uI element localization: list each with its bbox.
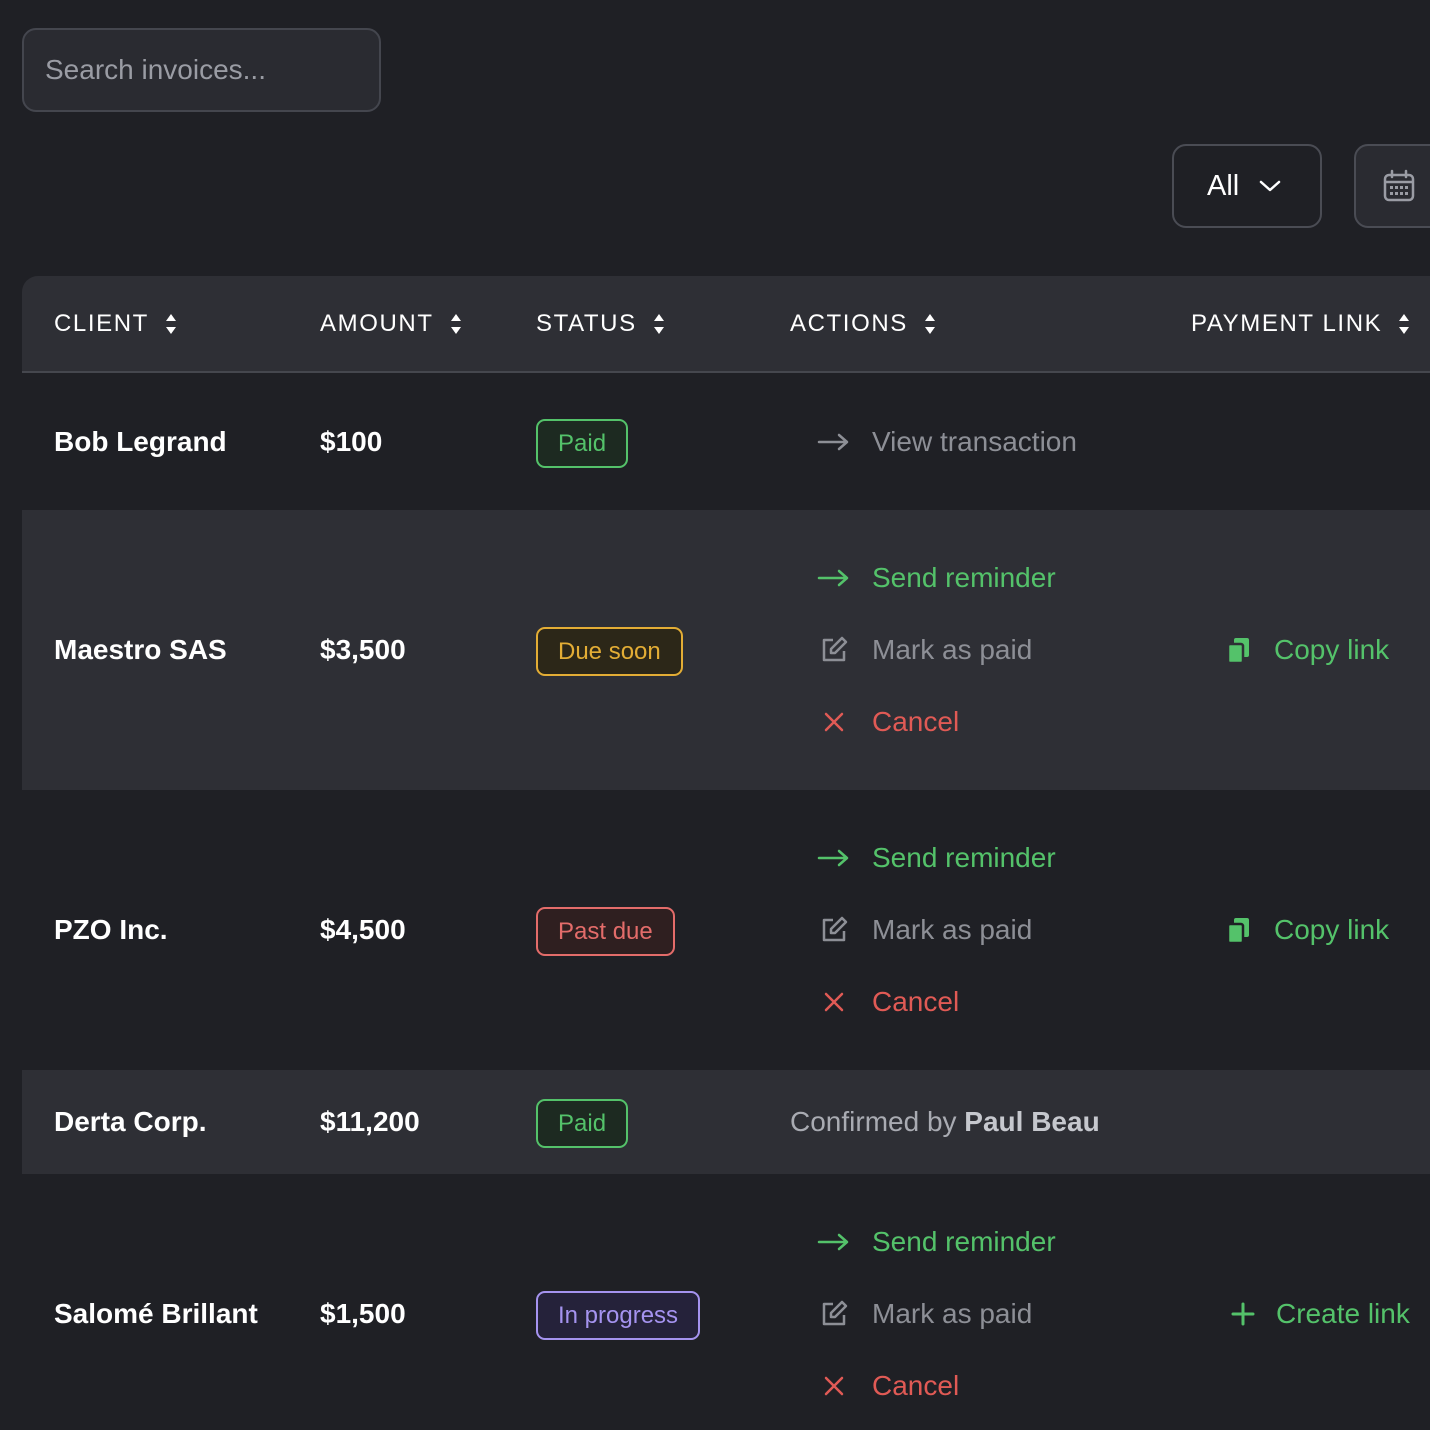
mark-as-paid-button[interactable]: Mark as paid: [816, 1294, 1032, 1334]
copy-icon: [1226, 638, 1249, 665]
arrow-right-icon: [817, 569, 849, 587]
close-icon: [824, 992, 844, 1012]
arrow-right-icon: [817, 433, 849, 451]
confirmation-prefix: Confirmed by: [790, 1106, 957, 1137]
column-label: PAYMENT LINK: [1191, 309, 1383, 337]
confirmation-text: Confirmed by Paul Beau: [790, 1103, 1100, 1141]
link-label: Create link: [1276, 1298, 1410, 1329]
edit-icon: [822, 916, 848, 942]
cancel-button[interactable]: Cancel: [816, 702, 959, 742]
column-header-payment-link[interactable]: PAYMENT LINK: [1191, 276, 1410, 371]
sort-icon: [1399, 313, 1410, 334]
table-row: PZO Inc. $4,500 Past due Send reminder M…: [22, 790, 1430, 1070]
action-label: View transaction: [872, 426, 1077, 457]
table-row: Bob Legrand $100 Paid View transaction: [22, 373, 1430, 510]
column-label: CLIENT: [54, 309, 149, 337]
mark-as-paid-button[interactable]: Mark as paid: [816, 630, 1032, 670]
copy-link-button[interactable]: Copy link: [1224, 910, 1389, 950]
edit-icon: [822, 1300, 848, 1326]
send-reminder-button[interactable]: Send reminder: [816, 1222, 1056, 1262]
action-label: Cancel: [872, 706, 960, 737]
column-header-actions[interactable]: ACTIONS: [790, 276, 936, 371]
plus-icon: [1231, 1302, 1255, 1326]
sort-icon: [924, 313, 935, 334]
action-label: Mark as paid: [872, 634, 1033, 665]
invoice-amount: $4,500: [320, 914, 406, 945]
column-label: AMOUNT: [320, 309, 434, 337]
invoice-amount: $1,500: [320, 1298, 406, 1329]
link-label: Copy link: [1274, 914, 1390, 945]
chevron-down-icon: [1259, 180, 1281, 192]
search-box[interactable]: [22, 28, 381, 112]
view-transaction-link[interactable]: View transaction: [816, 422, 1077, 462]
create-link-button[interactable]: Create link: [1230, 1294, 1410, 1334]
client-name: PZO Inc.: [54, 914, 168, 945]
action-label: Cancel: [872, 986, 960, 1017]
cancel-button[interactable]: Cancel: [816, 1366, 959, 1406]
column-label: STATUS: [536, 309, 637, 337]
action-label: Send reminder: [872, 842, 1056, 873]
status-badge: In progress: [536, 1291, 701, 1340]
invoice-amount: $100: [320, 426, 383, 457]
sort-icon: [450, 313, 461, 334]
action-label: Mark as paid: [872, 1298, 1033, 1329]
confirmed-by-name: Paul Beau: [964, 1106, 1100, 1137]
action-label: Mark as paid: [872, 914, 1033, 945]
link-label: Copy link: [1274, 634, 1390, 665]
client-name: Derta Corp.: [54, 1106, 207, 1137]
invoice-amount: $11,200: [320, 1106, 420, 1137]
client-name: Maestro SAS: [54, 634, 227, 665]
send-reminder-button[interactable]: Send reminder: [816, 838, 1056, 878]
close-icon: [824, 712, 844, 732]
action-label: Cancel: [872, 1370, 960, 1401]
date-filter-button[interactable]: [1354, 144, 1430, 228]
arrow-right-icon: [817, 849, 849, 867]
close-icon: [824, 1376, 844, 1396]
table-row: Salomé Brillant $1,500 In progress Send …: [22, 1174, 1430, 1430]
sort-icon: [653, 313, 664, 334]
status-badge: Paid: [536, 419, 629, 468]
invoice-amount: $3,500: [320, 634, 406, 665]
action-label: Send reminder: [872, 1226, 1056, 1257]
column-label: ACTIONS: [790, 309, 908, 337]
status-badge: Due soon: [536, 627, 683, 676]
action-label: Send reminder: [872, 562, 1056, 593]
invoices-page: All CLIENT AMOUNT STATUS: [0, 0, 1430, 1430]
send-reminder-button[interactable]: Send reminder: [816, 558, 1056, 598]
table-row: Derta Corp. $11,200 Paid Confirmed by Pa…: [22, 1070, 1430, 1174]
table-header: CLIENT AMOUNT STATUS ACTIONS PAYMENT LIN…: [22, 276, 1430, 373]
sort-icon: [165, 313, 176, 334]
cancel-button[interactable]: Cancel: [816, 982, 959, 1022]
search-input[interactable]: [45, 54, 379, 86]
calendar-icon: [1383, 169, 1415, 202]
arrow-right-icon: [817, 1233, 849, 1251]
status-filter-dropdown[interactable]: All: [1172, 144, 1322, 228]
column-header-status[interactable]: STATUS: [536, 276, 665, 371]
copy-icon: [1226, 918, 1249, 945]
client-name: Salomé Brillant: [54, 1298, 258, 1329]
table-row: Maestro SAS $3,500 Due soon Send reminde…: [22, 510, 1430, 790]
copy-link-button[interactable]: Copy link: [1224, 630, 1389, 670]
client-name: Bob Legrand: [54, 426, 227, 457]
column-header-amount[interactable]: AMOUNT: [320, 276, 462, 371]
edit-icon: [822, 636, 848, 662]
status-badge: Past due: [536, 907, 675, 956]
status-badge: Paid: [536, 1099, 629, 1148]
status-filter-value: All: [1207, 169, 1240, 202]
mark-as-paid-button[interactable]: Mark as paid: [816, 910, 1032, 950]
column-header-client[interactable]: CLIENT: [54, 276, 177, 371]
